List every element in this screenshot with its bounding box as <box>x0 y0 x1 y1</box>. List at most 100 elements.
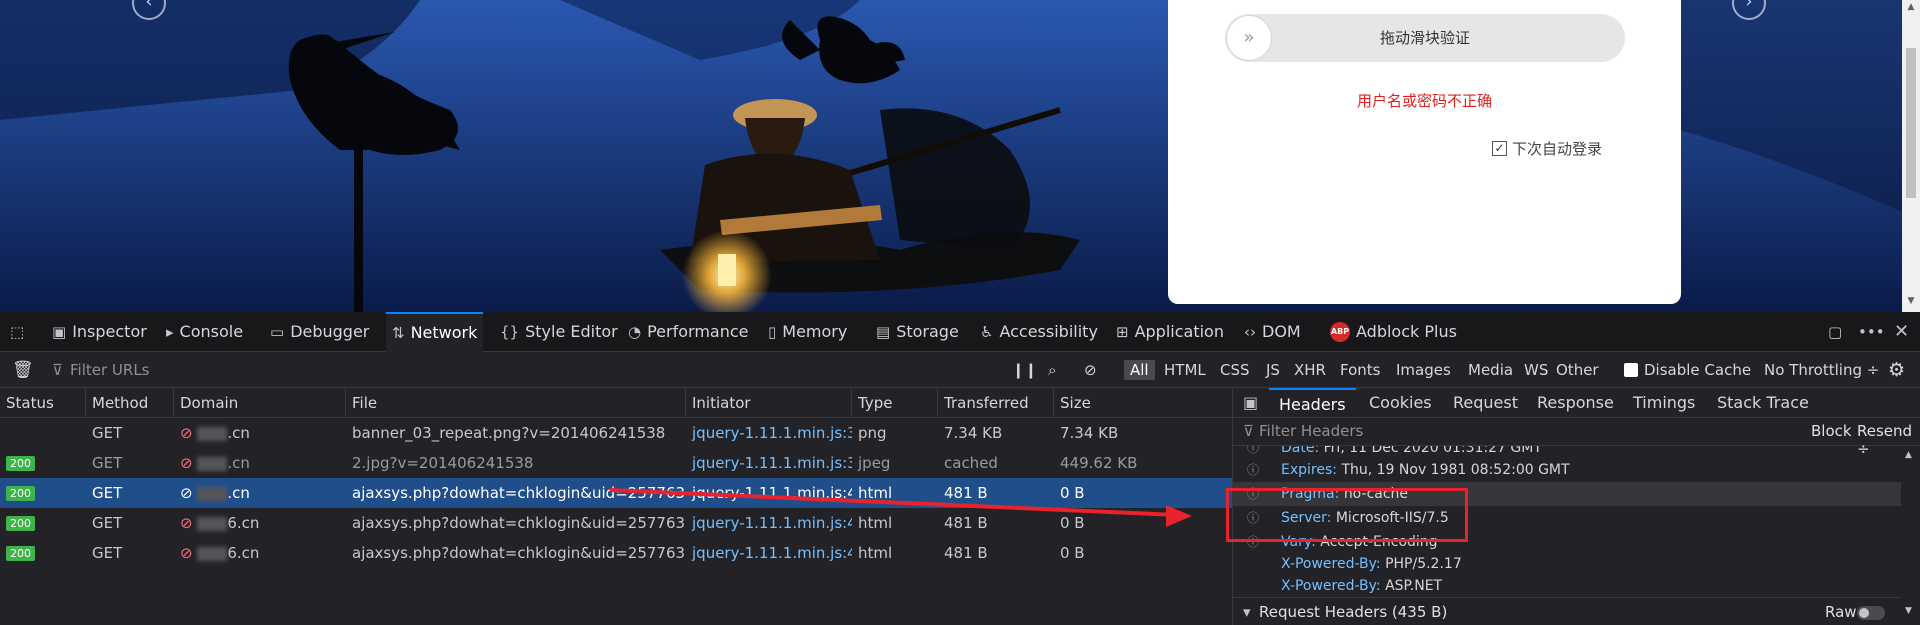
filter-fonts[interactable]: Fonts <box>1334 360 1386 380</box>
file-cell: ajaxsys.php?dowhat=chklogin&uid=2577637&… <box>352 484 686 502</box>
table-row[interactable]: 200 GET ⊘ 6.cn ajaxsys.php?dowhat=chklog… <box>0 538 1232 568</box>
filter-js[interactable]: JS <box>1260 360 1286 380</box>
col-transferred[interactable]: Transferred <box>938 388 1054 418</box>
tab-style-editor[interactable]: {} Style Editor <box>500 312 618 352</box>
tracker-icon: ⊘ <box>180 544 193 562</box>
slider-handle-icon[interactable]: » <box>1226 15 1272 61</box>
tab-response[interactable]: Response <box>1537 388 1614 418</box>
redacted-domain <box>197 516 228 531</box>
col-domain[interactable]: Domain <box>174 388 346 418</box>
throttling-select[interactable]: No Throttling ÷ <box>1764 352 1879 388</box>
transferred-cell: 7.34 KB <box>944 424 1003 442</box>
domain-cell: ⊘ 6.cn <box>180 514 260 532</box>
tab-console[interactable]: ▸ Console <box>166 312 243 352</box>
raw-label: Raw <box>1825 603 1857 621</box>
filter-all[interactable]: All <box>1124 360 1155 380</box>
disable-cache-label: Disable Cache <box>1644 361 1752 379</box>
clear-requests-icon[interactable]: 🗑 <box>12 352 34 388</box>
request-list-header: Status Method Domain File Initiator Type… <box>0 388 1232 418</box>
filter-urls-input[interactable]: Filter URLs <box>70 352 970 388</box>
col-size[interactable]: Size <box>1054 388 1232 418</box>
initiator-link[interactable]: jquery-1.11.1.min.js:4... <box>686 538 852 568</box>
col-initiator[interactable]: Initiator <box>686 388 852 418</box>
tab-stack-trace[interactable]: Stack Trace <box>1717 388 1809 418</box>
col-type[interactable]: Type <box>852 388 938 418</box>
filter-other[interactable]: Other <box>1550 360 1605 380</box>
initiator-link[interactable]: jquery-1.11.1.min.js:3... <box>686 448 852 478</box>
table-row[interactable]: GET ⊘ .cn banner_03_repeat.png?v=2014062… <box>0 418 1232 448</box>
type-cell: html <box>858 544 893 562</box>
filter-images[interactable]: Images <box>1390 360 1457 380</box>
tab-dom[interactable]: ‹› DOM <box>1244 312 1301 352</box>
headers-scrollbar[interactable]: ▲ ▼ <box>1901 446 1920 625</box>
scroll-up-icon[interactable]: ▲ <box>1905 450 1912 460</box>
raw-toggle[interactable] <box>1857 606 1885 620</box>
dock-side-icon[interactable]: ▢ <box>1828 312 1842 352</box>
filter-xhr[interactable]: XHR <box>1288 360 1332 380</box>
disable-cache-checkbox[interactable]: Disable Cache <box>1624 352 1751 388</box>
block-button[interactable]: Block <box>1811 422 1852 440</box>
tab-storage[interactable]: ▤ Storage <box>876 312 959 352</box>
performance-icon: ◔ <box>628 323 642 341</box>
tab-adblock-plus[interactable]: ABP Adblock Plus <box>1330 312 1457 352</box>
initiator-link[interactable]: jquery-1.11.1.min.js:4... <box>686 508 852 538</box>
table-row[interactable]: 200 GET ⊘ .cn 2.jpg?v=201406241538 jquer… <box>0 448 1232 478</box>
col-method[interactable]: Method <box>86 388 174 418</box>
col-file[interactable]: File <box>346 388 686 418</box>
size-cell: 0 B <box>1060 544 1085 562</box>
filter-ws[interactable]: WS <box>1518 360 1554 380</box>
tab-headers[interactable]: Headers <box>1269 388 1356 418</box>
filter-html[interactable]: HTML <box>1158 360 1212 380</box>
block-icon[interactable]: ⊘ <box>1084 352 1097 388</box>
initiator-link[interactable]: jquery-1.11.1.min.js:4 <box>686 478 852 508</box>
inspector-icon: ▣ <box>52 323 67 341</box>
initiator-link[interactable]: jquery-1.11.1.min.js:3... <box>686 418 852 448</box>
collapse-icon[interactable]: ▾ <box>1243 598 1251 625</box>
tab-cookies[interactable]: Cookies <box>1369 388 1432 418</box>
scrollbar-thumb[interactable] <box>1906 48 1916 198</box>
more-options-icon[interactable]: ••• <box>1858 312 1885 352</box>
request-headers-label: Request Headers (435 B) <box>1259 603 1448 621</box>
file-cell: banner_03_repeat.png?v=201406241538 <box>352 424 666 442</box>
tab-network[interactable]: ⇅ Network <box>386 312 484 352</box>
table-row[interactable]: 200 GET ⊘ 6.cn ajaxsys.php?dowhat=chklog… <box>0 508 1232 538</box>
tab-timings[interactable]: Timings <box>1633 388 1695 418</box>
tracker-icon: ⊘ <box>180 514 193 532</box>
table-row-selected[interactable]: 200 GET ⊘ .cn ajaxsys.php?dowhat=chklogi… <box>0 478 1232 508</box>
filter-css[interactable]: CSS <box>1214 360 1256 380</box>
domain-cell: ⊘ .cn <box>180 454 250 472</box>
tab-performance[interactable]: ◔ Performance <box>628 312 748 352</box>
request-headers-section[interactable]: ▾ Request Headers (435 B) Raw <box>1233 597 1901 625</box>
pause-icon[interactable]: ❙❙ <box>1012 352 1037 388</box>
filter-headers-input[interactable]: Filter Headers <box>1259 422 1363 440</box>
page-scrollbar[interactable]: ▲ ▼ <box>1902 0 1920 312</box>
checkbox-checked-icon[interactable]: ✓ <box>1492 141 1507 156</box>
scroll-down-icon[interactable]: ▼ <box>1902 296 1920 306</box>
toggle-sidebar-icon[interactable]: ▣ <box>1243 388 1258 418</box>
tab-accessibility[interactable]: ♿ Accessibility <box>980 312 1098 352</box>
close-devtools-icon[interactable]: ✕ <box>1894 312 1909 352</box>
tab-inspector[interactable]: ▣ Inspector <box>52 312 147 352</box>
dom-icon: ‹› <box>1244 323 1256 341</box>
captcha-slider[interactable]: 拖动滑块验证 » <box>1225 14 1625 62</box>
tab-request[interactable]: Request <box>1453 388 1518 418</box>
tab-debugger[interactable]: ▭ Debugger <box>270 312 369 352</box>
scroll-up-icon[interactable]: ▲ <box>1902 2 1920 12</box>
transferred-cell: 481 B <box>944 484 988 502</box>
redacted-domain <box>197 456 228 471</box>
login-card: 拖动滑块验证 » 用户名或密码不正确 ✓ 下次自动登录 <box>1168 0 1681 304</box>
header-row: X-Powered-By: ASP.NET <box>1281 578 1443 594</box>
tab-memory[interactable]: ▯ Memory <box>768 312 847 352</box>
search-icon[interactable]: ⌕ <box>1048 352 1056 388</box>
remember-me-label: 下次自动登录 <box>1512 140 1603 158</box>
transferred-cell: 481 B <box>944 514 988 532</box>
element-picker-icon[interactable]: ⬚ <box>10 312 24 352</box>
debugger-icon: ▭ <box>270 323 285 341</box>
settings-gear-icon[interactable]: ⚙ <box>1888 352 1905 388</box>
tab-application[interactable]: ⊞ Application <box>1116 312 1224 352</box>
filter-media[interactable]: Media <box>1462 360 1519 380</box>
col-status[interactable]: Status <box>0 388 86 418</box>
remember-me[interactable]: ✓ 下次自动登录 <box>1492 138 1602 159</box>
help-icon[interactable]: ⓘ <box>1247 458 1259 482</box>
scroll-down-icon[interactable]: ▼ <box>1905 606 1912 616</box>
